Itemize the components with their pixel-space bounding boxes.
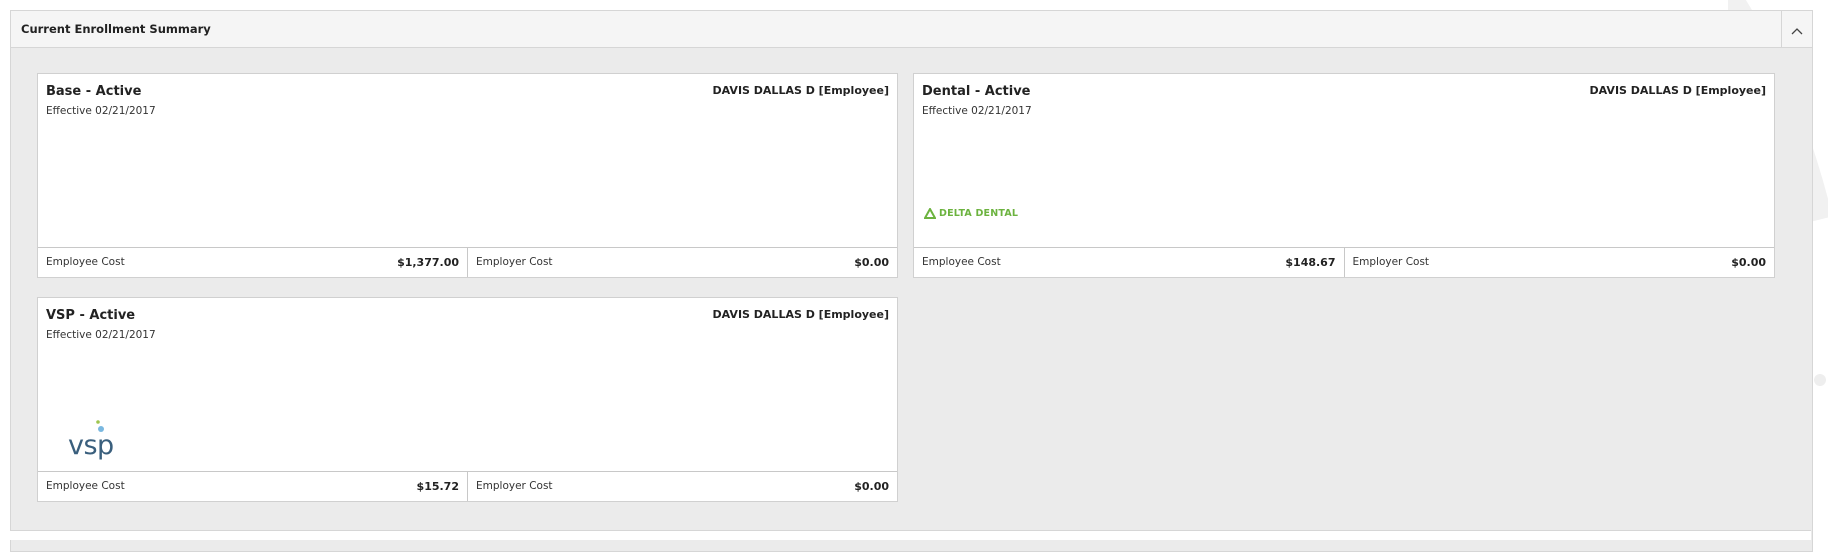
chevron-up-icon <box>1791 20 1803 39</box>
enrollment-card-vsp: VSP - Active Effective 02/21/2017 DAVIS … <box>37 297 898 502</box>
employer-cost-cell: Employer Cost $0.00 <box>1343 248 1775 277</box>
member-name: DAVIS DALLAS D [Employee] <box>712 84 889 97</box>
effective-date: Effective 02/21/2017 <box>46 329 156 341</box>
plan-title: Dental - Active <box>922 84 1031 99</box>
employee-cost-label: Employee Cost <box>922 256 1001 268</box>
plan-title: Base - Active <box>46 84 142 99</box>
collapse-button[interactable] <box>1781 11 1812 47</box>
employer-cost-label: Employer Cost <box>476 480 553 492</box>
member-name: DAVIS DALLAS D [Employee] <box>1589 84 1766 97</box>
cost-footer: Employee Cost $1,377.00 Employer Cost $0… <box>38 247 897 277</box>
employer-cost-cell: Employer Cost $0.00 <box>467 472 897 501</box>
employee-cost-label: Employee Cost <box>46 256 125 268</box>
employee-cost-cell: Employee Cost $1,377.00 <box>38 248 467 277</box>
employee-cost-value: $148.67 <box>1285 256 1336 269</box>
delta-dental-logo-text: DELTA DENTAL <box>939 208 1019 219</box>
employer-cost-label: Employer Cost <box>476 256 553 268</box>
employer-cost-value: $0.00 <box>854 256 889 269</box>
employer-cost-cell: Employer Cost $0.00 <box>467 248 897 277</box>
cost-footer: Employee Cost $15.72 Employer Cost $0.00 <box>38 471 897 501</box>
employee-cost-cell: Employee Cost $148.67 <box>914 248 1344 277</box>
employee-cost-label: Employee Cost <box>46 480 125 492</box>
panel-header[interactable]: Current Enrollment Summary <box>11 11 1812 48</box>
enrollment-summary-panel: Current Enrollment Summary Base - Active… <box>10 10 1813 552</box>
employee-cost-value: $1,377.00 <box>397 256 459 269</box>
employee-cost-cell: Employee Cost $15.72 <box>38 472 467 501</box>
cost-footer: Employee Cost $148.67 Employer Cost $0.0… <box>914 247 1774 277</box>
employer-cost-label: Employer Cost <box>1352 256 1430 268</box>
delta-triangle-icon <box>924 208 936 219</box>
vsp-logo-text: vsp <box>68 430 114 461</box>
enrollment-card-base: Base - Active Effective 02/21/2017 DAVIS… <box>37 73 898 278</box>
vsp-logo: vsp <box>68 418 128 462</box>
effective-date: Effective 02/21/2017 <box>46 105 156 117</box>
panel-title: Current Enrollment Summary <box>21 22 211 36</box>
delta-dental-logo: DELTA DENTAL <box>924 208 1018 219</box>
enrollment-card-dental: Dental - Active Effective 02/21/2017 DAV… <box>913 73 1775 278</box>
member-name: DAVIS DALLAS D [Employee] <box>712 308 889 321</box>
employee-cost-value: $15.72 <box>416 480 459 493</box>
plan-title: VSP - Active <box>46 308 136 323</box>
employer-cost-value: $0.00 <box>1731 256 1766 269</box>
effective-date: Effective 02/21/2017 <box>922 105 1032 117</box>
employer-cost-value: $0.00 <box>854 480 889 493</box>
